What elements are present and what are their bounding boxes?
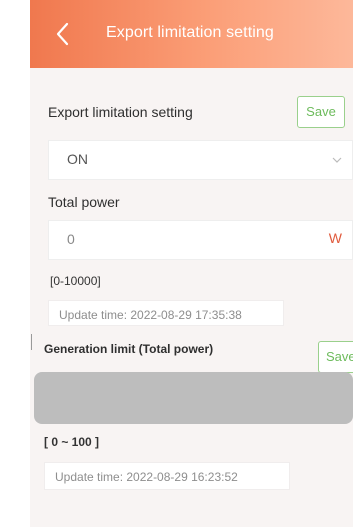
generation-save-button[interactable]: Save <box>318 341 353 373</box>
export-limitation-label: Export limitation setting <box>48 104 193 120</box>
generation-update-time: Update time: 2022-08-29 16:23:52 <box>44 462 290 490</box>
generation-limit-label: Generation limit (Total power) <box>44 342 214 356</box>
power-range-hint: [0-10000] <box>50 274 101 288</box>
chevron-down-icon <box>332 157 342 163</box>
power-update-time: Update time: 2022-08-29 17:35:38 <box>48 300 284 326</box>
generation-range-hint: [ 0 ~ 100 ] <box>44 435 100 449</box>
settings-panel <box>30 68 353 527</box>
total-power-input[interactable]: 0 W <box>48 220 353 260</box>
page-title: Export limitation setting <box>106 24 274 41</box>
total-power-label: Total power <box>48 194 120 210</box>
export-save-button[interactable]: Save <box>297 96 345 128</box>
generation-limit-input[interactable] <box>34 372 353 424</box>
export-limitation-select[interactable]: ON <box>48 140 353 180</box>
export-select-value: ON <box>67 151 88 167</box>
power-unit: W <box>328 230 342 246</box>
chevron-left-icon[interactable] <box>50 20 76 48</box>
divider <box>31 334 32 350</box>
app-header: Export limitation setting <box>30 0 353 68</box>
total-power-value: 0 <box>67 231 75 247</box>
